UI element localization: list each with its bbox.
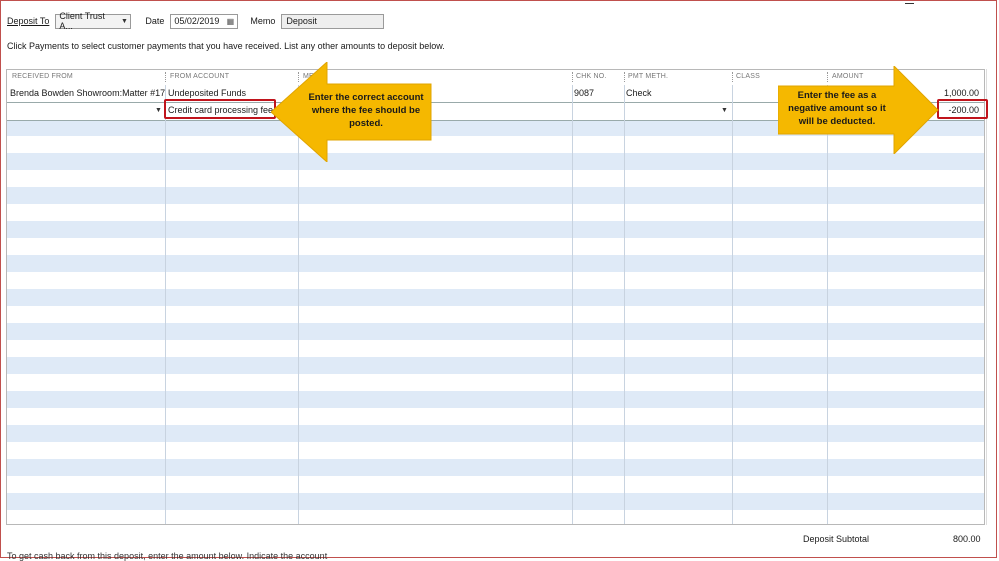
deposit-subtotal-label: Deposit Subtotal [803,534,870,544]
right-callout-text: Enter the fee as a negative amount so it… [788,90,886,127]
column-separator[interactable] [572,72,573,82]
column-header-received-from[interactable]: RECEIVED FROM [12,73,73,80]
cell-amount[interactable]: 1,000.00 [944,88,979,98]
empty-row[interactable] [7,272,984,289]
empty-row[interactable] [7,306,984,323]
instruction-text: Click Payments to select customer paymen… [7,41,445,51]
empty-row[interactable] [7,221,984,238]
memo-field[interactable]: Deposit [281,13,385,29]
empty-row[interactable] [7,204,984,221]
chevron-down-icon[interactable]: ▼ [119,18,131,25]
empty-row[interactable] [7,391,984,408]
cell-pmt-meth[interactable]: Check [626,88,652,98]
column-header-from-account[interactable]: FROM ACCOUNT [170,73,229,80]
empty-row[interactable] [7,476,984,493]
column-divider [572,85,573,524]
empty-row[interactable] [7,459,984,476]
column-separator[interactable] [165,72,166,82]
cell-received-from[interactable]: Brenda Bowden Showroom:Matter #17 [10,88,165,98]
deposit-to-value: Client Trust A... [59,11,105,31]
empty-row[interactable] [7,374,984,391]
from-account-highlight [164,99,276,119]
column-separator[interactable] [732,72,733,82]
empty-row[interactable] [7,442,984,459]
column-divider [165,85,166,524]
empty-row[interactable] [7,425,984,442]
column-divider [732,85,733,524]
deposit-header: Deposit To Client Trust A... ▼ Date 05/0… [7,11,385,31]
empty-row[interactable] [7,408,984,425]
empty-row[interactable] [7,340,984,357]
cell-chk-no[interactable]: 9087 [574,88,594,98]
left-callout-text: Enter the correct account where the fee … [308,92,424,129]
column-separator[interactable] [624,72,625,82]
amount-highlight [937,99,988,119]
column-header-pmt-meth[interactable]: PMT METH. [628,73,668,80]
empty-row[interactable] [7,238,984,255]
empty-row[interactable] [7,170,984,187]
date-value: 05/02/2019 [174,16,220,26]
deposit-subtotal-value: 800.00 [953,534,981,544]
cell-from-account[interactable]: Undeposited Funds [168,88,246,98]
chevron-down-icon[interactable]: ▼ [155,107,162,114]
vertical-scrollbar[interactable] [986,69,996,525]
date-field[interactable]: 05/02/2019 ▦ [170,13,239,29]
column-divider [624,85,625,524]
column-header-class[interactable]: CLASS [736,73,760,80]
deposit-to-label: Deposit To [7,16,50,26]
empty-row[interactable] [7,255,984,272]
calendar-icon[interactable]: ▦ [223,17,237,26]
deposit-to-select[interactable]: Client Trust A... ▼ [55,11,132,31]
empty-row[interactable] [7,493,984,510]
date-label: Date [145,16,165,26]
empty-row[interactable] [7,323,984,340]
column-header-chk-no[interactable]: CHK NO. [576,73,607,80]
empty-row[interactable] [7,153,984,170]
window-control[interactable] [905,3,914,4]
empty-row[interactable] [7,357,984,374]
memo-label: Memo [250,16,276,26]
memo-value: Deposit [286,16,317,26]
chevron-down-icon[interactable]: ▼ [721,107,728,114]
empty-row[interactable] [7,510,984,524]
empty-row[interactable] [7,289,984,306]
empty-row[interactable] [7,187,984,204]
